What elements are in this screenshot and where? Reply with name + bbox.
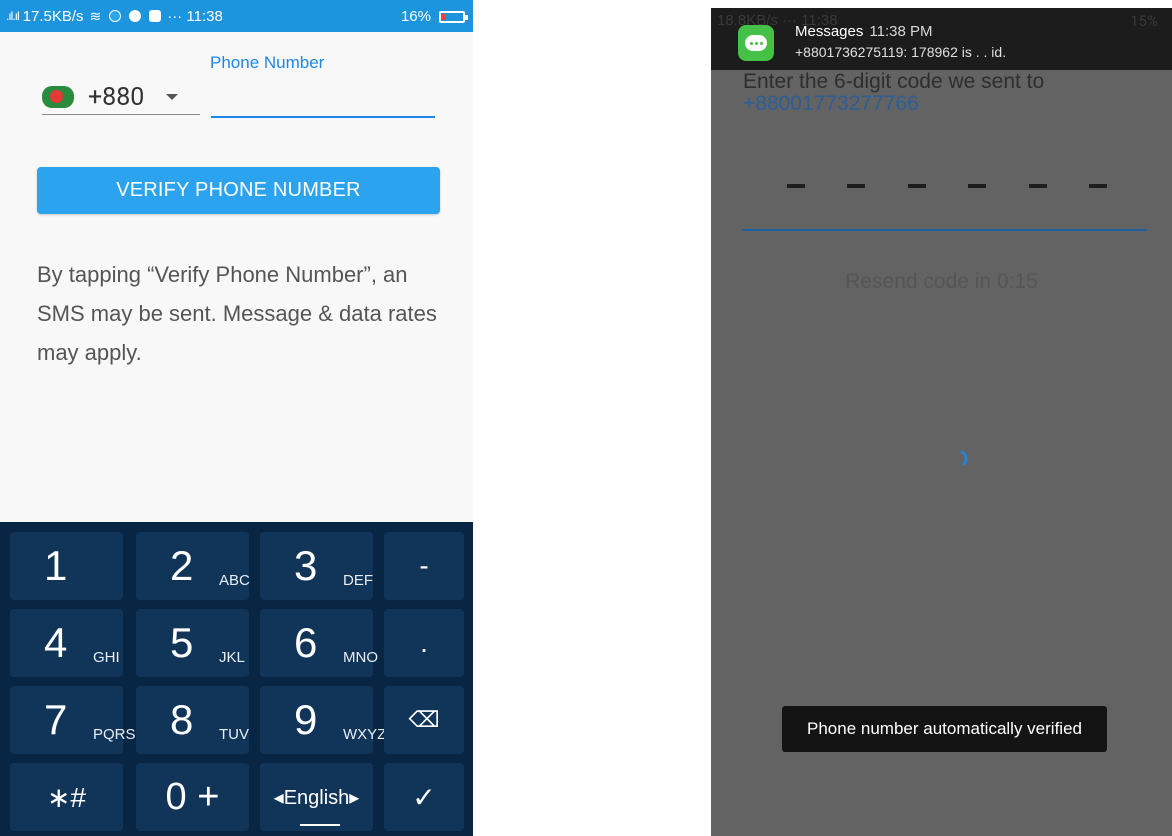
key-label: ⌫ [408, 707, 440, 732]
key-5[interactable]: 5 JKL [136, 609, 249, 677]
country-code-select[interactable]: +880 [42, 80, 200, 115]
key-3[interactable]: 3 DEF [260, 532, 373, 600]
app-notification-icon [109, 10, 122, 22]
key-letters: JKL [219, 649, 245, 666]
messages-app-icon [738, 25, 774, 61]
phone-number-input[interactable] [211, 84, 435, 118]
key-letters: MNO [343, 649, 378, 666]
zero-plus-key[interactable]: 0 + [136, 763, 249, 831]
minus-key[interactable]: - [384, 532, 464, 600]
code-digit-slot [968, 184, 987, 188]
country-code: +880 [88, 82, 145, 112]
key-8[interactable]: 8 TUV [136, 686, 249, 754]
period-key[interactable]: . [384, 609, 464, 677]
key-letters: WXYZ [343, 726, 387, 743]
code-input-underline [742, 229, 1147, 231]
key-6[interactable]: 6 MNO [260, 609, 378, 677]
key-digit: 5 [170, 619, 194, 666]
key-label: . [420, 627, 428, 658]
key-digit: 2 [170, 542, 194, 589]
key-letters: DEF [343, 572, 373, 589]
phone-screen-left: .ıl.ıl 17.5KB/s ≋ ··· 11:38 16% Phone Nu… [0, 0, 473, 836]
code-digit-slot [847, 184, 866, 188]
enter-code-instruction: Enter the 6-digit code we sent to [743, 70, 1045, 93]
clock: ··· 11:38 [167, 7, 223, 25]
battery-percent: 16% [400, 8, 431, 25]
loading-spinner-icon [960, 450, 968, 466]
notification-time: 11:38 PM [869, 23, 933, 40]
key-7[interactable]: 7 PQRS [10, 686, 136, 754]
resend-countdown: Resend code in 0:15 [845, 270, 1038, 293]
code-digit-slot [1028, 184, 1047, 188]
numeric-keypad: 1 2 ABC 3 DEF - 4 GHI 5 JKL 6 MNO. 7 PQRS 8 TUV 9 WXYZ ⌫ ∗#… [0, 522, 473, 836]
key-letters: GHI [93, 649, 120, 666]
key-9[interactable]: 9 WXYZ [260, 686, 386, 754]
key-1[interactable]: 1 [10, 532, 123, 600]
notification-app-name: Messages [795, 23, 864, 40]
verify-phone-button[interactable]: VERIFY PHONE NUMBER [37, 167, 440, 214]
key-digit: 1 [44, 542, 68, 589]
phone-number-label: Phone Number [210, 53, 325, 72]
key-digit: 7 [44, 696, 68, 743]
verified-toast: Phone number automatically verified [782, 706, 1107, 752]
key-label: ◂English▸ [273, 786, 360, 809]
status-bar: .ıl.ıl 17.5KB/s ≋ ··· 11:38 16% [0, 0, 473, 32]
key-letters: TUV [219, 726, 249, 743]
language-indicator [300, 824, 340, 826]
bangladesh-flag-icon [42, 86, 74, 108]
key-letters: ABC [219, 572, 250, 589]
code-digit-slot [1088, 184, 1107, 188]
key-label: 0 + [165, 775, 220, 818]
shield-icon [149, 10, 162, 22]
signal-icon: .ıl.ıl [6, 9, 20, 23]
key-label: - [419, 550, 429, 581]
key-label: ∗# [46, 781, 87, 813]
key-digit: 8 [170, 696, 194, 743]
key-digit: 6 [294, 619, 318, 666]
notification-body: +8801736275119: 178962 is . . id. [795, 44, 1007, 60]
sms-disclaimer: By tapping “Verify Phone Number”, an SMS… [37, 262, 437, 365]
language-key[interactable]: ◂English▸ [260, 763, 373, 831]
key-label: ✓ [412, 781, 436, 813]
code-input[interactable] [787, 184, 1107, 188]
symbols-key[interactable]: ∗# [10, 763, 123, 831]
key-digit: 3 [294, 542, 318, 589]
network-speed: 17.5KB/s [22, 7, 84, 25]
chevron-down-icon [166, 94, 179, 100]
key-4[interactable]: 4 GHI [10, 609, 123, 677]
key-digit: 4 [44, 619, 68, 666]
notification-banner[interactable]: 18.8KB/s ··· 11:38 15% Messages 11:38 PM … [711, 8, 1172, 70]
battery-percent: 15% [1130, 12, 1158, 30]
battery-icon [439, 10, 468, 23]
backspace-key[interactable]: ⌫ [384, 686, 464, 754]
phone-screen-right: 18.8KB/s ··· 11:38 15% Messages 11:38 PM … [711, 8, 1172, 836]
key-2[interactable]: 2 ABC [136, 532, 250, 600]
code-digit-slot [787, 184, 805, 188]
key-letters: PQRS [93, 726, 136, 743]
done-key[interactable]: ✓ [384, 763, 464, 831]
sent-phone-number[interactable]: +88001773277766 [743, 92, 919, 116]
key-digit: 9 [294, 696, 318, 743]
wifi-icon: ≋ [89, 7, 102, 24]
messenger-icon [129, 10, 142, 22]
code-digit-slot [907, 184, 926, 188]
